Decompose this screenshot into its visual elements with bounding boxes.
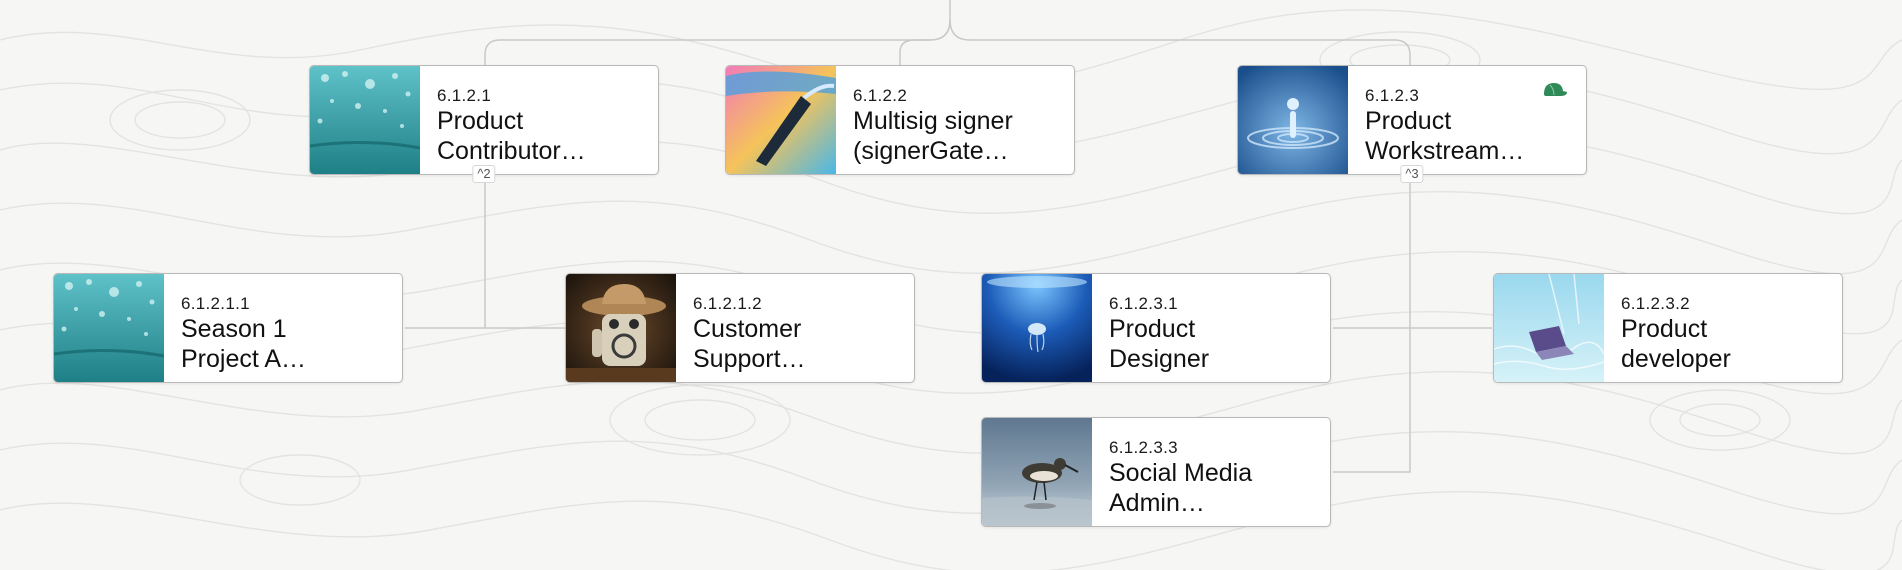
node-code: 6.1.2.2 [853, 86, 908, 105]
jellyfish-image [982, 274, 1092, 382]
node-code: 6.1.2.3.1 [1109, 294, 1178, 313]
node-title: Product Workstream… [1365, 107, 1525, 165]
green-cap-icon [1544, 83, 1567, 96]
vintage-phone-robot-image [566, 274, 676, 382]
underwater-laptop-image [1494, 274, 1604, 382]
node-title: Product Designer [1109, 315, 1210, 373]
node-code: 6.1.2.1 [437, 86, 492, 105]
node-title: Season 1 Project A… [181, 315, 307, 373]
sandpiper-bird-image [982, 418, 1092, 526]
node-title: Product developer [1621, 315, 1731, 373]
node-title: Customer Support… [693, 315, 806, 373]
org-node-6-1-2-3-3[interactable]: 6.1.2.3.3 Social Media Admin… [981, 417, 1331, 527]
node-code: 6.1.2.1.1 [181, 294, 250, 313]
water-bubbles-image [310, 66, 420, 174]
org-node-6-1-2-1-2[interactable]: 6.1.2.1.2 Customer Support… [565, 273, 915, 383]
node-code: 6.1.2.3 [1365, 86, 1420, 105]
node-code: 6.1.2.3.3 [1109, 438, 1178, 457]
collapse-children-toggle[interactable]: ^3 [1400, 165, 1424, 183]
node-title: Product Contributor… [437, 107, 586, 165]
water-bubbles-image [54, 274, 164, 382]
org-node-6-1-2-3-2[interactable]: 6.1.2.3.2 Product developer [1493, 273, 1843, 383]
org-node-6-1-2-3[interactable]: 6.1.2.3 Product Workstream… ^3 [1237, 65, 1587, 183]
node-code: 6.1.2.1.2 [693, 294, 762, 313]
node-title: Multisig signer (signerGate… [853, 107, 1013, 165]
org-node-6-1-2-1[interactable]: 6.1.2.1 Product Contributor… ^2 [309, 65, 659, 183]
node-code: 6.1.2.3.2 [1621, 294, 1690, 313]
org-node-6-1-2-1-1[interactable]: 6.1.2.1.1 Season 1 Project A… [53, 273, 403, 383]
org-node-6-1-2-2[interactable]: 6.1.2.2 Multisig signer (signerGate… [725, 65, 1075, 175]
org-node-6-1-2-3-1[interactable]: 6.1.2.3.1 Product Designer [981, 273, 1331, 383]
fountain-pen-art-image [726, 66, 836, 174]
collapse-children-toggle[interactable]: ^2 [472, 165, 496, 183]
node-title: Social Media Admin… [1109, 459, 1253, 517]
water-droplet-image [1238, 66, 1348, 174]
